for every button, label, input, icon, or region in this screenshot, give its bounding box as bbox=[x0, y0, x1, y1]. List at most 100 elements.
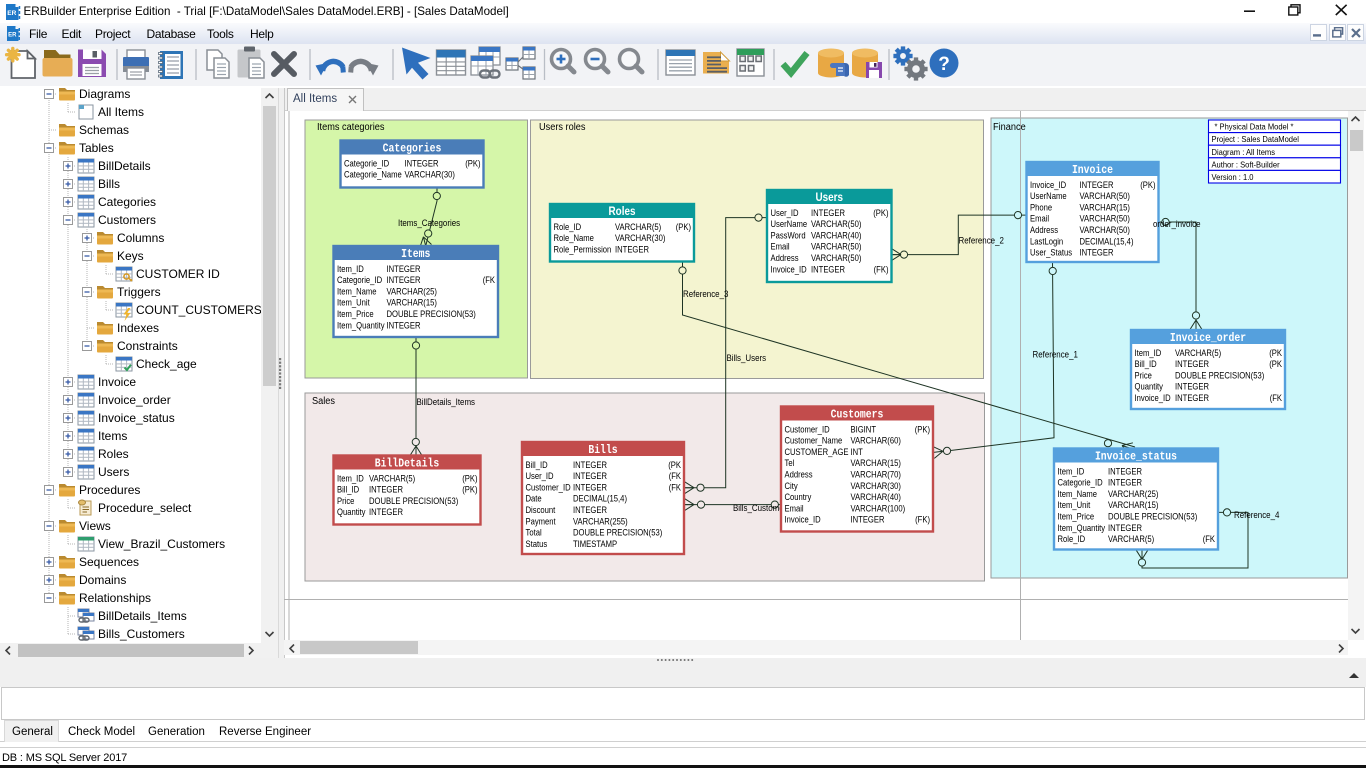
svg-text:VARCHAR(5): VARCHAR(5) bbox=[369, 473, 415, 483]
svg-text:INTEGER: INTEGER bbox=[1108, 523, 1142, 533]
svg-text:Invoice_ID: Invoice_ID bbox=[1135, 393, 1172, 403]
svg-text:Tel: Tel bbox=[785, 458, 795, 468]
svg-text:DOUBLE PRECISION(53): DOUBLE PRECISION(53) bbox=[573, 528, 662, 538]
svg-text:BillDetails: BillDetails bbox=[98, 159, 151, 173]
svg-text:Tables: Tables bbox=[79, 141, 114, 155]
svg-text:Role_Name: Role_Name bbox=[554, 233, 594, 243]
svg-text:INTEGER: INTEGER bbox=[1080, 248, 1114, 258]
svg-text:Items: Items bbox=[98, 429, 127, 443]
svg-text:BillDetails_Items: BillDetails_Items bbox=[98, 609, 187, 623]
svg-text:VARCHAR(50): VARCHAR(50) bbox=[1080, 191, 1130, 201]
svg-text:Total: Total bbox=[526, 528, 542, 538]
svg-text:INTEGER: INTEGER bbox=[1080, 180, 1114, 190]
svg-text:(PK): (PK) bbox=[462, 485, 477, 495]
svg-text:Users: Users bbox=[98, 465, 129, 479]
svg-text:VARCHAR(15): VARCHAR(15) bbox=[851, 458, 901, 468]
svg-text:User_ID: User_ID bbox=[526, 471, 555, 481]
svg-text:PassWord: PassWord bbox=[771, 230, 806, 240]
svg-text:Project : Sales DataModel: Project : Sales DataModel bbox=[1212, 134, 1299, 144]
svg-text:INTEGER: INTEGER bbox=[811, 264, 845, 274]
svg-text:(PK): (PK) bbox=[915, 424, 930, 434]
svg-text:(FK): (FK) bbox=[915, 515, 930, 525]
svg-text:UserName: UserName bbox=[771, 219, 808, 229]
svg-text:INTEGER: INTEGER bbox=[387, 264, 421, 274]
svg-text:Invoice_status: Invoice_status bbox=[98, 411, 175, 425]
svg-text:VARCHAR(15): VARCHAR(15) bbox=[1108, 500, 1158, 510]
svg-text:?: ? bbox=[938, 54, 950, 75]
svg-text:Item_ID: Item_ID bbox=[337, 264, 364, 274]
svg-text:Reference_2: Reference_2 bbox=[959, 236, 1004, 246]
svg-text:Roles: Roles bbox=[98, 447, 129, 461]
svg-text:Item_ID: Item_ID bbox=[337, 473, 364, 483]
svg-text:(PK: (PK bbox=[1269, 359, 1282, 369]
svg-text:Bills: Bills bbox=[98, 177, 120, 191]
svg-text:Diagrams: Diagrams bbox=[79, 88, 130, 101]
svg-text:INTEGER: INTEGER bbox=[369, 485, 403, 495]
svg-text:Address: Address bbox=[785, 470, 814, 480]
svg-text:Diagram : All Items: Diagram : All Items bbox=[1212, 147, 1276, 157]
svg-text:Address: Address bbox=[771, 253, 800, 263]
svg-text:order_invoice: order_invoice bbox=[1153, 219, 1201, 229]
svg-text:(FK: (FK bbox=[669, 471, 681, 481]
svg-text:Address: Address bbox=[1030, 225, 1059, 235]
svg-text:ER: ER bbox=[7, 10, 16, 17]
svg-text:Schemas: Schemas bbox=[79, 123, 129, 137]
svg-text:Procedure_select: Procedure_select bbox=[98, 501, 192, 515]
svg-text:Item_ID: Item_ID bbox=[1135, 348, 1162, 358]
svg-text:VARCHAR(25): VARCHAR(25) bbox=[1108, 489, 1158, 499]
svg-text:INTEGER: INTEGER bbox=[573, 482, 607, 492]
svg-text:Items categories: Items categories bbox=[317, 122, 385, 133]
svg-text:Discount: Discount bbox=[526, 505, 556, 515]
svg-text:Item_Name: Item_Name bbox=[1058, 489, 1098, 499]
svg-text:INTEGER: INTEGER bbox=[369, 507, 403, 517]
svg-text:VARCHAR(60): VARCHAR(60) bbox=[851, 436, 901, 446]
svg-text:Item_Quantity: Item_Quantity bbox=[337, 320, 385, 330]
svg-text:Sales: Sales bbox=[312, 396, 335, 407]
svg-text:Customer_ID: Customer_ID bbox=[785, 424, 831, 434]
svg-text:(FK): (FK) bbox=[874, 264, 889, 274]
svg-text:Categorie_ID: Categorie_ID bbox=[344, 158, 390, 168]
svg-text:Invoice_ID: Invoice_ID bbox=[771, 264, 808, 274]
svg-text:Bills_Customers: Bills_Customers bbox=[98, 627, 185, 641]
svg-text:(FK: (FK bbox=[669, 482, 681, 492]
svg-text:Quantity: Quantity bbox=[1135, 382, 1164, 392]
svg-text:City: City bbox=[785, 481, 799, 491]
svg-text:VARCHAR(30): VARCHAR(30) bbox=[615, 233, 665, 243]
svg-text:INTEGER: INTEGER bbox=[1175, 382, 1209, 392]
svg-text:INTEGER: INTEGER bbox=[405, 158, 439, 168]
svg-text:Email: Email bbox=[771, 242, 790, 252]
svg-text:Relationships: Relationships bbox=[79, 591, 151, 605]
svg-text:Triggers: Triggers bbox=[117, 285, 161, 299]
svg-text:Country: Country bbox=[785, 492, 812, 502]
svg-text:(PK): (PK) bbox=[462, 473, 477, 483]
svg-text:VARCHAR(5): VARCHAR(5) bbox=[1175, 348, 1221, 358]
svg-text:(PK: (PK bbox=[1269, 348, 1282, 358]
svg-text:Email: Email bbox=[1030, 214, 1049, 224]
svg-text:Item_Quantity: Item_Quantity bbox=[1058, 523, 1106, 533]
svg-text:User_ID: User_ID bbox=[771, 208, 800, 218]
svg-text:* Physical Data Model *: * Physical Data Model * bbox=[1215, 122, 1295, 132]
svg-text:VARCHAR(30): VARCHAR(30) bbox=[405, 170, 455, 180]
svg-text:VARCHAR(50): VARCHAR(50) bbox=[1080, 214, 1130, 224]
svg-text:VARCHAR(50): VARCHAR(50) bbox=[811, 253, 861, 263]
svg-text:(PK): (PK) bbox=[1140, 180, 1155, 190]
svg-text:INTEGER: INTEGER bbox=[387, 275, 421, 285]
svg-text:INT: INT bbox=[851, 447, 864, 457]
svg-text:(FK: (FK bbox=[1203, 534, 1215, 544]
svg-text:INTEGER: INTEGER bbox=[387, 320, 421, 330]
svg-text:VARCHAR(100): VARCHAR(100) bbox=[851, 503, 906, 513]
svg-text:Check_age: Check_age bbox=[136, 357, 197, 371]
svg-text:INTEGER: INTEGER bbox=[1175, 359, 1209, 369]
svg-text:Invoice_ID: Invoice_ID bbox=[1030, 180, 1067, 190]
svg-text:BIGINT: BIGINT bbox=[851, 424, 877, 434]
svg-text:VARCHAR(50): VARCHAR(50) bbox=[811, 242, 861, 252]
svg-text:Role_Permission: Role_Permission bbox=[554, 244, 612, 254]
svg-text:Bills_Users: Bills_Users bbox=[727, 353, 767, 363]
svg-text:Bills: Bills bbox=[588, 444, 617, 457]
svg-text:Author : Soft-Builder: Author : Soft-Builder bbox=[1212, 159, 1280, 169]
svg-text:Item_ID: Item_ID bbox=[1058, 466, 1085, 476]
svg-text:TIMESTAMP: TIMESTAMP bbox=[573, 539, 617, 549]
svg-text:Users: Users bbox=[816, 192, 844, 204]
svg-text:DOUBLE PRECISION(53): DOUBLE PRECISION(53) bbox=[387, 309, 476, 319]
svg-text:Reference_4: Reference_4 bbox=[1234, 510, 1279, 520]
